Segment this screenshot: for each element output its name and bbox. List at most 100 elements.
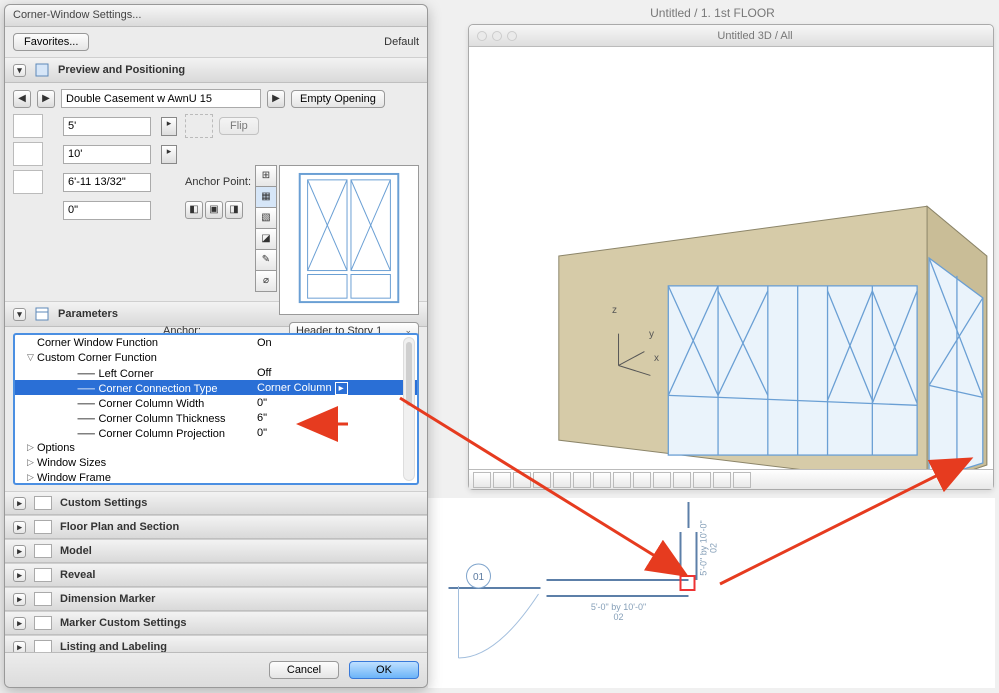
param-row[interactable]: ▷Options [15, 440, 417, 455]
width-input[interactable] [63, 117, 151, 136]
next-object-button[interactable]: ▶ [37, 90, 55, 108]
param-row[interactable]: ⸺ Corner Connection TypeCorner Column ▸ [15, 380, 417, 395]
param-row[interactable]: ▷Window Sizes [15, 455, 417, 470]
parameters-scrollbar[interactable] [403, 337, 415, 481]
section-dimension-marker[interactable]: ▸ Dimension Marker [5, 587, 427, 611]
svg-text:02: 02 [613, 612, 623, 622]
param-value: On [257, 337, 411, 349]
custom-settings-icon [34, 496, 52, 510]
param-row[interactable]: ▽Custom Corner Function [15, 350, 417, 365]
main-window-title: Untitled / 1. 1st FLOOR [430, 6, 995, 20]
arrow-tool-icon[interactable] [473, 472, 491, 488]
disclosure-parameters-icon[interactable]: ▾ [13, 308, 26, 321]
explore-icon[interactable] [673, 472, 691, 488]
disclosure-model-icon[interactable]: ▸ [13, 545, 26, 558]
param-name: ⸺ Left Corner [37, 365, 257, 381]
floor-plan-view[interactable]: 01 5'-0" by 10'-0" 02 5'-0" by 10'-0" 02 [428, 498, 995, 688]
zoom-next-icon[interactable] [713, 472, 731, 488]
preview-mode-note-icon[interactable]: ✎ [255, 249, 277, 271]
zoom-fit-icon[interactable] [593, 472, 611, 488]
sill-icon [13, 170, 43, 194]
favorites-button[interactable]: Favorites... [13, 33, 89, 51]
3d-scene[interactable]: x y z [469, 47, 993, 469]
preview-mode-plan-icon[interactable]: ⊞ [255, 165, 277, 187]
layers-icon[interactable] [733, 472, 751, 488]
param-value: 6" [257, 412, 411, 424]
grid-bubble-01: 01 [473, 572, 485, 583]
preview-mode-elev-icon[interactable]: ▦ [255, 186, 277, 208]
walk-icon[interactable] [653, 472, 671, 488]
cancel-button[interactable]: Cancel [269, 661, 339, 679]
param-value: Corner Column ▸ [257, 382, 411, 394]
anchor-mid-icon[interactable]: ▣ [205, 201, 223, 219]
disclosure-markercustom-icon[interactable]: ▸ [13, 617, 26, 630]
section-reveal[interactable]: ▸ Reveal [5, 563, 427, 587]
window-icon [34, 62, 50, 78]
anchor-right-icon[interactable]: ◨ [225, 201, 243, 219]
parameters-table[interactable]: Corner Window FunctionOn▽Custom Corner F… [13, 333, 419, 485]
back-icon[interactable] [513, 472, 531, 488]
zoom-prev-icon[interactable] [693, 472, 711, 488]
section-custom-settings[interactable]: ▸ Custom Settings [5, 491, 427, 515]
section-floor-plan[interactable]: ▸ Floor Plan and Section [5, 515, 427, 539]
home-tool-icon[interactable] [493, 472, 511, 488]
object-name-input[interactable] [61, 89, 261, 108]
prev-object-button[interactable]: ◀ [13, 90, 31, 108]
anchor-left-icon[interactable]: ◧ [185, 201, 203, 219]
zoom-out-icon[interactable] [573, 472, 591, 488]
header-icon [13, 198, 43, 222]
preview-mode-3d-icon[interactable]: ▧ [255, 207, 277, 229]
param-row[interactable]: ▷Window Frame [15, 470, 417, 485]
preview-mode-hide-icon[interactable]: ⌀ [255, 270, 277, 292]
object-menu-button[interactable]: ▶ [267, 90, 285, 108]
header-height-input[interactable] [63, 201, 151, 220]
param-row[interactable]: ⸺ Corner Column Thickness6" [15, 410, 417, 425]
disclosure-floorplan-icon[interactable]: ▸ [13, 521, 26, 534]
param-row[interactable]: ⸺ Corner Column Projection0" [15, 425, 417, 440]
param-value: Off [257, 367, 411, 379]
param-name: Window Frame [37, 472, 257, 484]
3d-window-title: Untitled 3D / All [517, 30, 993, 42]
axis-y-label: y [649, 329, 654, 340]
empty-opening-button[interactable]: Empty Opening [291, 90, 385, 108]
forward-icon[interactable] [533, 472, 551, 488]
default-label[interactable]: Default [384, 36, 419, 48]
zoom-in-icon[interactable] [553, 472, 571, 488]
disclosure-custom-icon[interactable]: ▸ [13, 497, 26, 510]
svg-text:5'-0" by 10'-0": 5'-0" by 10'-0" [591, 602, 646, 612]
axis-z-label: z [612, 305, 617, 316]
param-name: Corner Window Function [37, 337, 257, 349]
param-row[interactable]: ⸺ Corner Column Width0" [15, 395, 417, 410]
flip-button[interactable]: Flip [219, 117, 259, 135]
param-value: 0" [257, 427, 411, 439]
ok-button[interactable]: OK [349, 661, 419, 679]
pan-icon[interactable] [613, 472, 631, 488]
marker-custom-icon [34, 616, 52, 630]
section-preview-positioning[interactable]: ▾ Preview and Positioning [5, 57, 427, 83]
section-marker-custom[interactable]: ▸ Marker Custom Settings [5, 611, 427, 635]
param-name: Options [37, 442, 257, 454]
width-stepper[interactable]: ▸ [161, 117, 177, 136]
parameters-icon [34, 306, 50, 322]
disclosure-reveal-icon[interactable]: ▸ [13, 569, 26, 582]
model-icon [34, 544, 52, 558]
3d-window-titlebar: Untitled 3D / All [469, 25, 993, 47]
param-row[interactable]: ⸺ Left CornerOff [15, 365, 417, 380]
disclosure-preview-icon[interactable]: ▾ [13, 64, 26, 77]
disclosure-dimmarker-icon[interactable]: ▸ [13, 593, 26, 606]
param-name: ⸺ Corner Column Width [37, 395, 257, 411]
height-input[interactable] [63, 145, 151, 164]
sill-height-input[interactable] [63, 173, 151, 192]
height-stepper[interactable]: ▸ [161, 145, 177, 164]
preview-mode-side-icon[interactable]: ◪ [255, 228, 277, 250]
minimize-traffic-light[interactable] [492, 31, 502, 41]
close-traffic-light[interactable] [477, 31, 487, 41]
reveal-icon [34, 568, 52, 582]
param-name: ⸺ Corner Column Thickness [37, 410, 257, 426]
floor-plan-icon [34, 520, 52, 534]
orbit-icon[interactable] [633, 472, 651, 488]
param-row[interactable]: Corner Window FunctionOn [15, 335, 417, 350]
zoom-traffic-light[interactable] [507, 31, 517, 41]
section-model[interactable]: ▸ Model [5, 539, 427, 563]
corner-window-settings-dialog: Corner-Window Settings... Favorites... D… [4, 4, 428, 688]
